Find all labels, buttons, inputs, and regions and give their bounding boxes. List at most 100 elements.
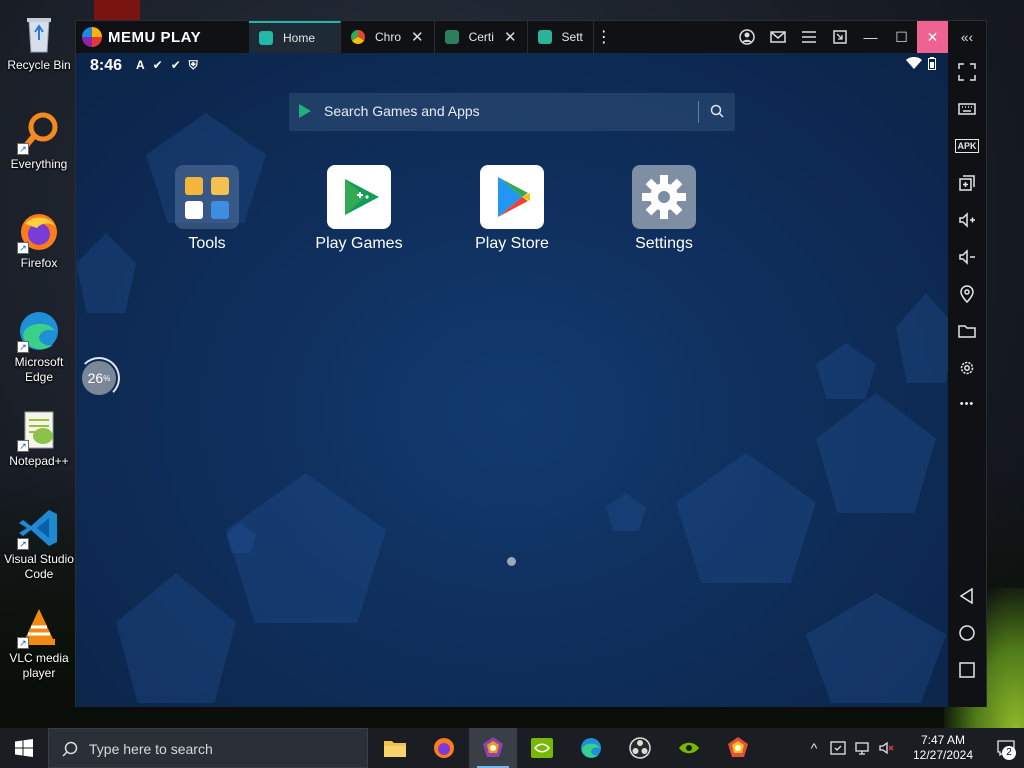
status-clock: 8:46 — [90, 57, 123, 74]
desktop-icon-label: Everything — [10, 157, 68, 171]
system-tray: ^ 7:47 AM 12/27/2024 2 — [802, 728, 1024, 768]
taskbar-obs[interactable] — [616, 728, 664, 768]
volume-muted-icon[interactable] — [874, 728, 898, 768]
status-notification-icons: A ✔ ✔ ⛨ — [136, 58, 198, 73]
fullscreen-button[interactable] — [948, 57, 986, 87]
android-screen[interactable]: 8:46 A ✔ ✔ ⛨ Search Games and Apps Tools… — [76, 53, 948, 707]
desktop-icon-label: Microsoft Edge — [14, 355, 64, 384]
taskbar-search-box[interactable]: Type here to search — [48, 728, 368, 768]
android-status-bar: 8:46 A ✔ ✔ ⛨ — [76, 53, 948, 77]
bg-pentagon — [116, 573, 236, 703]
windows-taskbar: Type here to search ^ 7:47 AM 12/27/2024… — [0, 728, 1024, 768]
titlebar: MEMU PLAY Home Chro ✕ Certi ✕ Sett ⋮ — ☐… — [76, 21, 986, 53]
desktop-icon-edge[interactable]: ↗ Microsoft Edge — [0, 305, 78, 385]
search-magnifier-icon: ↗ — [17, 111, 61, 155]
more-button[interactable]: ••• — [948, 389, 986, 419]
memu-logo-icon — [82, 27, 102, 47]
settings-tab-icon — [537, 30, 552, 44]
home-icon — [959, 625, 975, 641]
back-icon — [959, 587, 973, 605]
taskbar-memu-multi[interactable] — [714, 728, 762, 768]
file-explorer-icon — [384, 741, 406, 757]
chrome-icon — [351, 30, 365, 44]
taskbar-clock[interactable]: 7:47 AM 12/27/2024 — [898, 733, 988, 763]
play-games-icon — [327, 165, 391, 229]
app-play-store[interactable]: Play Store — [457, 165, 567, 253]
volume-down-icon — [959, 249, 975, 265]
tab-home[interactable]: Home — [249, 21, 341, 53]
app-play-games[interactable]: Play Games — [304, 165, 414, 253]
search-games-bar[interactable]: Search Games and Apps — [289, 93, 735, 131]
bg-pentagon — [816, 343, 876, 399]
location-button[interactable] — [948, 279, 986, 309]
volume-up-button[interactable] — [948, 205, 986, 235]
notification-center-button[interactable]: 2 — [988, 728, 1024, 768]
check-icon: ✔ — [152, 58, 163, 72]
shortcut-arrow-icon: ↗ — [17, 143, 29, 155]
desktop-icon-firefox[interactable]: ↗ Firefox — [0, 206, 78, 271]
tab-certi[interactable]: Certi ✕ — [435, 21, 528, 53]
taskbar-memu[interactable] — [469, 728, 517, 768]
maximize-button[interactable]: ☐ — [886, 21, 917, 53]
windows-logo-icon — [15, 739, 33, 757]
bg-pentagon — [676, 453, 816, 583]
keyboard-button[interactable] — [948, 94, 986, 124]
recents-button[interactable] — [948, 655, 986, 685]
desktop-icon-label: Notepad++ — [9, 454, 69, 468]
status-system-icons — [906, 57, 936, 70]
desktop-icon-label: VLC media player — [9, 651, 69, 680]
home-button[interactable] — [948, 618, 986, 648]
app-label: Tools — [188, 235, 226, 252]
apk-button[interactable]: APK — [948, 131, 986, 161]
location-icon — [960, 285, 974, 303]
app-label: Settings — [635, 235, 693, 252]
taskbar-edge[interactable] — [567, 728, 615, 768]
mini-app-icon — [211, 177, 229, 195]
desktop-icon-everything[interactable]: ↗ Everything — [0, 107, 78, 172]
desktop-icon-notepad-plus-plus[interactable]: ↗ Notepad++ — [0, 404, 78, 469]
taskbar-geforce[interactable] — [665, 728, 713, 768]
tab-chrome[interactable]: Chro ✕ — [341, 21, 435, 53]
menu-icon[interactable] — [793, 21, 824, 53]
multi-window-button[interactable] — [948, 168, 986, 198]
mail-icon[interactable] — [762, 21, 793, 53]
search-icon[interactable] — [709, 103, 725, 119]
start-button[interactable] — [0, 728, 48, 768]
play-store-small-icon — [299, 104, 311, 118]
account-icon[interactable] — [731, 21, 762, 53]
app-tools[interactable]: Tools — [152, 165, 262, 253]
tab-close-button[interactable]: ✕ — [504, 28, 517, 46]
shared-folder-button[interactable] — [948, 316, 986, 346]
recents-icon — [959, 662, 975, 678]
desktop-icon-vscode[interactable]: ↗ Visual Studio Code — [0, 502, 78, 582]
settings-button[interactable] — [948, 353, 986, 383]
minimize-button[interactable]: — — [855, 21, 886, 53]
shortcut-arrow-icon: ↗ — [17, 440, 29, 452]
show-hidden-icons-button[interactable]: ^ — [802, 728, 826, 768]
tab-more-button[interactable]: ⋮ — [594, 21, 614, 53]
shrink-icon[interactable] — [824, 21, 855, 53]
app-settings[interactable]: Settings — [609, 165, 719, 253]
collapse-sidebar-button[interactable]: «‹ — [948, 21, 986, 53]
firefox-icon — [434, 738, 454, 758]
network-icon[interactable] — [850, 728, 874, 768]
recycle-bin-icon — [17, 12, 61, 56]
tab-close-button[interactable]: ✕ — [411, 28, 424, 46]
volume-down-button[interactable] — [948, 242, 986, 272]
taskbar-firefox[interactable] — [420, 728, 468, 768]
close-button[interactable]: ✕ — [917, 21, 948, 53]
desktop-icon-vlc[interactable]: ↗ VLC media player — [0, 601, 78, 681]
shortcut-arrow-icon: ↗ — [17, 538, 29, 550]
shield-icon: ⛨ — [188, 58, 198, 72]
security-tray-icon[interactable] — [826, 728, 850, 768]
taskbar-nvidia[interactable] — [518, 728, 566, 768]
tab-settings[interactable]: Sett — [528, 21, 594, 53]
apk-icon: APK — [955, 139, 979, 153]
memu-multi-icon — [728, 737, 748, 757]
vscode-icon: ↗ — [17, 506, 61, 550]
shortcut-arrow-icon: ↗ — [17, 637, 29, 649]
taskbar-file-explorer[interactable] — [371, 728, 419, 768]
back-button[interactable] — [948, 581, 986, 611]
settings-icon — [960, 361, 974, 375]
desktop-icon-recycle-bin[interactable]: Recycle Bin — [0, 8, 78, 73]
